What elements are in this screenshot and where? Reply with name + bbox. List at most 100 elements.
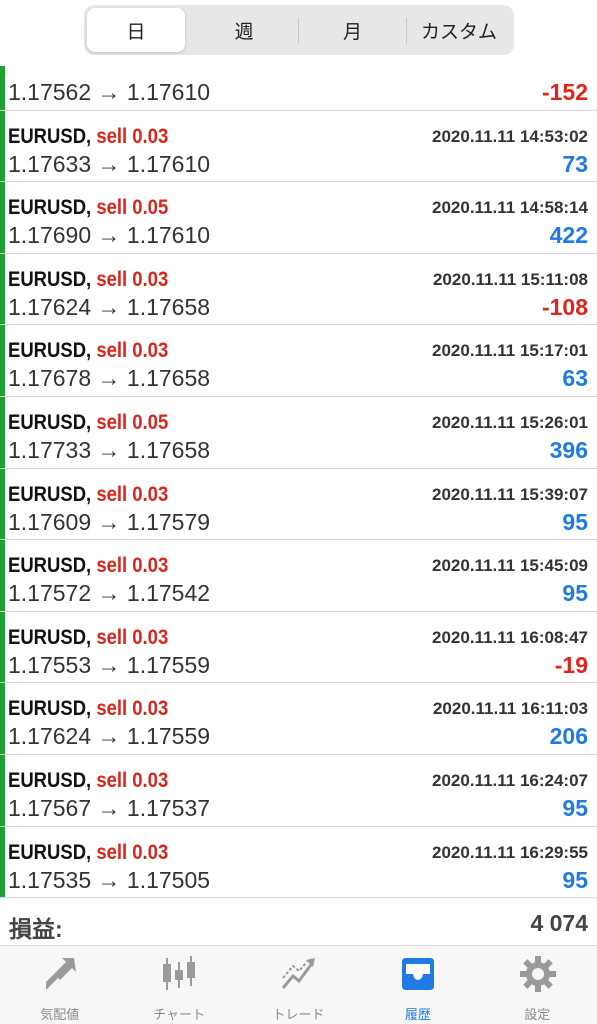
trade-time: 2020.11.11 16:24:07 bbox=[432, 770, 588, 790]
bottom-tab-bar: 気配値 チャート トレード 履歴 設定 bbox=[0, 946, 597, 1024]
trade-time: 2020.11.11 14:58:14 bbox=[432, 198, 588, 218]
trade-symbol-line: EURUSD, sell 0.03 bbox=[8, 268, 168, 292]
position-indicator bbox=[0, 110, 5, 182]
trade-symbol-line: EURUSD, sell 0.03 bbox=[8, 626, 168, 650]
trade-profit: -19 bbox=[554, 651, 588, 678]
position-indicator bbox=[0, 754, 5, 826]
trade-prices: 1.17624 → 1.17658 bbox=[8, 293, 211, 320]
trade-symbol: EURUSD, bbox=[8, 625, 92, 649]
trade-side: sell 0.03 bbox=[96, 840, 169, 864]
tab-label: 設定 bbox=[524, 1007, 551, 1022]
trade-profit: 95 bbox=[562, 508, 588, 535]
trade-side: sell 0.05 bbox=[96, 410, 169, 434]
trade-symbol: EURUSD, bbox=[8, 554, 92, 578]
period-tab-month[interactable]: 月 bbox=[299, 8, 406, 52]
trade-time: 2020.11.11 15:26:01 bbox=[432, 412, 588, 432]
position-indicator bbox=[0, 468, 5, 540]
trade-row[interactable]: EURUSD, sell 0.03 2020.11.11 16:08:47 1.17… bbox=[0, 611, 597, 684]
trade-row[interactable]: EURUSD, sell 0.03 2020.11.11 15:45:09 1.17… bbox=[0, 540, 597, 612]
tab-quotes[interactable]: 気配値 bbox=[0, 946, 119, 1024]
position-indicator bbox=[0, 325, 5, 396]
trade-profit: -152 bbox=[541, 79, 588, 105]
trade-profit: -108 bbox=[541, 293, 588, 320]
trade-row[interactable]: EURUSD, sell 0.03 2020.11.11 15:17:01 1.17… bbox=[0, 325, 597, 397]
tab-label: 履歴 bbox=[404, 1007, 431, 1022]
trade-prices: 1.17553 → 1.17559 bbox=[8, 651, 211, 678]
tab-label: チャート bbox=[153, 1007, 206, 1022]
trade-row[interactable]: EURUSD, sell 0.03 2020.11.11 14:53:02 1.17… bbox=[0, 110, 597, 183]
summary-value: 4 074 bbox=[530, 910, 588, 936]
trade-side: sell 0.05 bbox=[96, 196, 169, 220]
trade-symbol-line: EURUSD, sell 0.03 bbox=[8, 339, 168, 363]
trade-time: 2020.11.11 15:45:09 bbox=[432, 556, 588, 576]
trade-time: 2020.11.11 16:11:03 bbox=[432, 699, 588, 719]
trade-symbol: EURUSD, bbox=[8, 410, 92, 434]
header: 日 週 月 カスタム bbox=[0, 0, 597, 66]
trade-history-list[interactable]: 1.17562 → 1.17610 -152 EURUSD, sell 0.03… bbox=[0, 39, 597, 899]
trade-time: 2020.11.11 16:08:47 bbox=[432, 627, 588, 647]
quotes-icon bbox=[46, 958, 76, 990]
position-indicator bbox=[0, 396, 5, 468]
period-tab-week[interactable]: 週 bbox=[190, 8, 298, 52]
trade-prices: 1.17535 → 1.17505 bbox=[8, 866, 211, 893]
trade-profit: 95 bbox=[562, 794, 588, 821]
trade-profit: 95 bbox=[562, 866, 588, 893]
trade-symbol: EURUSD, bbox=[8, 196, 92, 220]
trade-row[interactable]: EURUSD, sell 0.03 2020.11.11 15:39:07 1.17… bbox=[0, 468, 597, 541]
trade-profit: 422 bbox=[549, 222, 588, 249]
position-indicator bbox=[0, 611, 5, 683]
trade-prices: 1.17624 → 1.17559 bbox=[8, 723, 211, 750]
trade-prices: 1.17609 → 1.17579 bbox=[8, 508, 211, 535]
trade-side: sell 0.03 bbox=[96, 768, 169, 792]
trade-prices: 1.17562 → 1.17610 bbox=[8, 79, 211, 105]
trade-time: 2020.11.11 15:11:08 bbox=[432, 269, 588, 289]
trade-symbol-line: EURUSD, sell 0.03 bbox=[8, 841, 168, 865]
trade-time: 2020.11.11 15:39:07 bbox=[432, 484, 588, 504]
trade-symbol: EURUSD, bbox=[8, 267, 92, 291]
tab-trade[interactable]: トレード bbox=[239, 946, 358, 1024]
trade-time: 2020.11.11 14:53:02 bbox=[432, 126, 588, 146]
trade-row[interactable]: EURUSD, sell 0.03 2020.11.11 16:11:03 1.17… bbox=[0, 683, 597, 755]
tab-label: トレード bbox=[272, 1007, 325, 1022]
chart-icon bbox=[163, 956, 196, 990]
tab-chart[interactable]: チャート bbox=[119, 946, 238, 1024]
trade-prices: 1.17633 → 1.17610 bbox=[8, 150, 211, 177]
trade-symbol-line: EURUSD, sell 0.03 bbox=[8, 769, 168, 793]
tab-settings[interactable]: 設定 bbox=[478, 946, 597, 1024]
trade-side: sell 0.03 bbox=[96, 482, 169, 506]
trade-row[interactable]: EURUSD, sell 0.05 2020.11.11 14:58:14 1.17… bbox=[0, 182, 597, 254]
position-indicator bbox=[0, 683, 5, 754]
period-tab-day[interactable]: 日 bbox=[87, 8, 185, 52]
trade-symbol: EURUSD, bbox=[8, 840, 92, 864]
trade-profit: 73 bbox=[562, 150, 588, 177]
trade-symbol-line: EURUSD, sell 0.03 bbox=[8, 483, 168, 507]
trade-row[interactable]: EURUSD, sell 0.03 2020.11.11 16:24:07 1.17… bbox=[0, 754, 597, 827]
settings-icon bbox=[519, 956, 556, 992]
trade-prices: 1.17690 → 1.17610 bbox=[8, 222, 211, 249]
trade-side: sell 0.03 bbox=[96, 267, 169, 291]
trade-profit: 396 bbox=[549, 436, 588, 463]
period-tab-custom[interactable]: カスタム bbox=[407, 8, 511, 52]
tab-history[interactable]: 履歴 bbox=[358, 946, 477, 1024]
trade-symbol-line: EURUSD, sell 0.03 bbox=[8, 554, 168, 578]
position-indicator bbox=[0, 826, 5, 898]
trade-symbol: EURUSD, bbox=[8, 768, 92, 792]
trade-prices: 1.17572 → 1.17542 bbox=[8, 580, 211, 607]
history-icon bbox=[402, 958, 435, 990]
trade-row[interactable]: EURUSD, sell 0.05 2020.11.11 15:26:01 1.17… bbox=[0, 396, 597, 469]
tab-label: 気配値 bbox=[40, 1007, 80, 1022]
trade-symbol: EURUSD, bbox=[8, 697, 92, 721]
trade-side: sell 0.03 bbox=[96, 697, 169, 721]
trade-side: sell 0.03 bbox=[96, 554, 169, 578]
trade-prices: 1.17733 → 1.17658 bbox=[8, 436, 211, 463]
trade-prices: 1.17678 → 1.17658 bbox=[8, 365, 211, 392]
position-indicator bbox=[0, 540, 5, 611]
trade-time: 2020.11.11 15:17:01 bbox=[432, 341, 588, 361]
trade-row[interactable]: EURUSD, sell 0.03 2020.11.11 15:11:08 1.17… bbox=[0, 253, 597, 326]
trade-profit: 95 bbox=[562, 580, 588, 607]
trade-row[interactable]: EURUSD, sell 0.03 2020.11.11 16:29:55 1.17… bbox=[0, 826, 597, 899]
trade-profit: 206 bbox=[549, 723, 588, 750]
position-indicator bbox=[0, 182, 5, 253]
period-segmented-control: 日 週 月 カスタム bbox=[84, 5, 514, 55]
trade-side: sell 0.03 bbox=[96, 625, 169, 649]
